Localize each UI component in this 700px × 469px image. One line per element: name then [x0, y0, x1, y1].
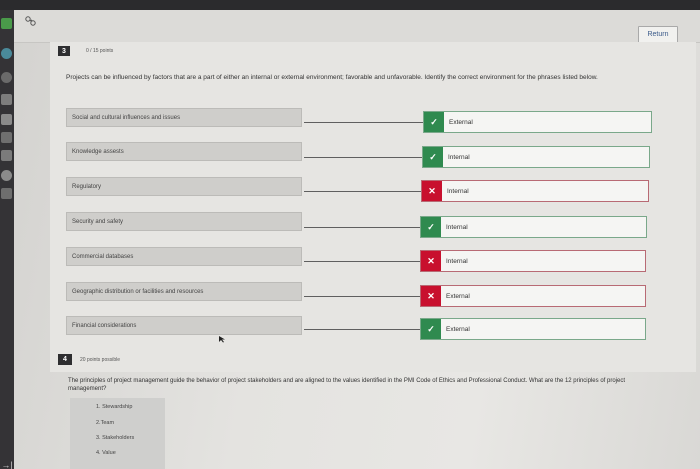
cross-icon: ✕ — [421, 251, 441, 271]
drag-cursor-icon — [25, 16, 36, 26]
question-prompt: Projects can be influenced by factors th… — [66, 74, 598, 81]
answer-label: Internal — [446, 223, 468, 231]
question-number: 3 — [58, 46, 70, 56]
list-item: 3. Stakeholders — [96, 435, 135, 441]
answer-box[interactable]: ✓ External — [420, 318, 646, 340]
header-bar — [14, 10, 700, 43]
calendar-icon[interactable] — [1, 94, 12, 105]
phrase-item[interactable]: Social and cultural influences and issue… — [66, 108, 302, 127]
cross-icon: ✕ — [421, 286, 441, 306]
mouse-pointer-icon — [219, 336, 225, 343]
help-icon[interactable] — [1, 170, 12, 181]
list-item: 2.Team — [96, 420, 115, 426]
phrase-item[interactable]: Security and safety — [66, 212, 302, 231]
question-points: 20 points possible — [80, 357, 121, 363]
top-bezel — [0, 0, 700, 10]
checkmark-icon: ✓ — [423, 147, 443, 167]
connector-line — [304, 261, 420, 262]
refresh-icon[interactable] — [1, 72, 12, 83]
answer-box[interactable]: ✓ Internal — [420, 216, 647, 238]
answer-box[interactable]: ✕ Internal — [420, 250, 646, 272]
collapse-arrow-icon[interactable]: →| — [0, 460, 14, 469]
answer-label: Internal — [448, 153, 470, 161]
question-number: 4 — [58, 354, 72, 365]
answer-label: External — [449, 118, 473, 126]
profile-icon[interactable] — [1, 48, 12, 59]
question-prompt: The principles of project management gui… — [68, 378, 625, 392]
answer-label: Internal — [446, 257, 468, 265]
phrase-item[interactable]: Knowledge assests — [66, 142, 302, 161]
document-icon[interactable] — [1, 150, 12, 161]
list-item: 1. Stewardship — [96, 404, 133, 410]
cross-icon: ✕ — [422, 181, 442, 201]
answer-box[interactable]: ✕ External — [420, 285, 646, 307]
return-button[interactable]: Return — [638, 26, 678, 43]
answer-box[interactable]: ✓ External — [423, 111, 652, 133]
book-icon[interactable] — [1, 188, 12, 199]
phrase-item[interactable]: Financial considerations — [66, 316, 302, 335]
answer-box[interactable]: ✕ Internal — [421, 180, 649, 202]
left-toolbar: →| — [0, 10, 14, 469]
list-icon[interactable] — [1, 132, 12, 143]
answer-label: External — [446, 325, 470, 333]
connector-line — [304, 191, 421, 192]
answer-label: External — [446, 292, 470, 300]
screen: →| Return 3 0 / 15 points Projects can b… — [0, 0, 700, 469]
grid-icon[interactable] — [1, 114, 12, 125]
connector-line — [304, 227, 420, 228]
home-icon[interactable] — [1, 18, 12, 29]
answer-box[interactable]: ✓ Internal — [422, 146, 650, 168]
answer-label: Internal — [447, 187, 469, 195]
connector-line — [304, 157, 422, 158]
checkmark-icon: ✓ — [424, 112, 444, 132]
connector-line — [304, 296, 420, 297]
connector-line — [304, 329, 420, 330]
phrase-item[interactable]: Regulatory — [66, 177, 302, 196]
checkmark-icon: ✓ — [421, 319, 441, 339]
phrase-item[interactable]: Commercial databases — [66, 247, 302, 266]
question-points: 0 / 15 points — [86, 48, 114, 54]
connector-line — [304, 122, 423, 123]
checkmark-icon: ✓ — [421, 217, 441, 237]
list-item: 4. Value — [96, 450, 116, 456]
phrase-item[interactable]: Geographic distribution or facilities an… — [66, 282, 302, 301]
